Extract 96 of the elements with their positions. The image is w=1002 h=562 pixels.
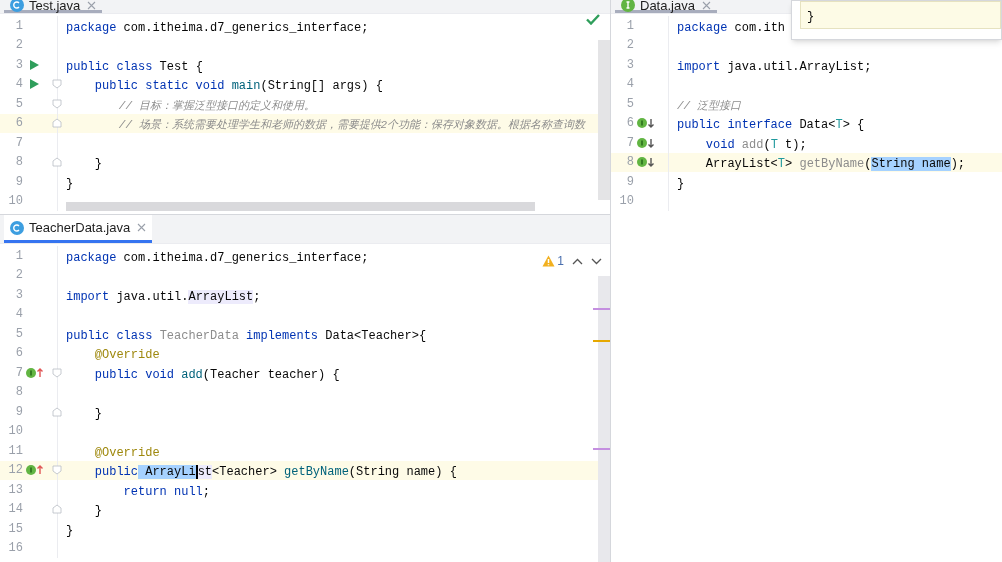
code-line: public class Test { (66, 58, 203, 76)
line-number: 7 (14, 364, 23, 382)
fold-marker-icon[interactable] (52, 79, 62, 90)
line-number: 12 (7, 462, 23, 480)
code-line: void add(T t); (704, 136, 807, 154)
code-line: public class TeacherData implements Data<Teacher>{ (66, 327, 427, 345)
implemented-method-icon[interactable] (635, 135, 655, 150)
error-stripe-mark[interactable] (593, 308, 610, 310)
code-line: public void add(Teacher teacher) { (93, 366, 340, 384)
implemented-method-icon[interactable] (635, 116, 655, 131)
error-stripe-mark[interactable] (593, 340, 610, 342)
line-number: 16 (7, 540, 23, 558)
line-number: 4 (14, 76, 23, 94)
line-number: 10 (7, 193, 23, 211)
implemented-method-icon[interactable] (635, 155, 655, 170)
error-stripe-mark[interactable] (593, 448, 610, 450)
line-number: 5 (14, 95, 23, 113)
line-number: 2 (14, 267, 23, 285)
line-number: 6 (625, 115, 634, 133)
code-line: } (66, 522, 74, 540)
line-number: 2 (625, 37, 634, 55)
code-line: public interface Data<T> { (677, 117, 865, 134)
close-icon[interactable] (137, 223, 147, 232)
line-number: 11 (7, 442, 23, 460)
line-number: 6 (14, 345, 23, 363)
line-number: 10 (7, 423, 23, 441)
line-number: 4 (14, 306, 23, 324)
file-tab[interactable]: Test.java (4, 0, 103, 13)
code-line: return null; (122, 483, 211, 501)
line-number: 7 (14, 134, 23, 152)
close-icon[interactable] (701, 0, 711, 10)
line-number: 5 (625, 95, 634, 113)
code-line: import java.util.ArrayList; (66, 288, 261, 306)
close-icon[interactable] (87, 0, 97, 10)
fold-marker-icon[interactable] (52, 157, 62, 168)
code-line: ArrayList<T> getByName(String name); (704, 156, 966, 173)
class-icon (10, 0, 24, 12)
code-line: package com.itheima.d7_generics_interface; (66, 19, 369, 37)
fold-marker-icon[interactable] (52, 367, 62, 378)
line-number: 3 (625, 56, 634, 74)
fold-marker-icon[interactable] (52, 465, 62, 476)
fold-marker-icon[interactable] (52, 118, 62, 129)
line-number: 3 (14, 286, 23, 304)
scrollbar-thumb[interactable] (66, 202, 535, 211)
code-line: // 场景：系统需要处理学生和老师的数据，需要提供2个功能：保存对象数据。根据名称查询数 (117, 117, 586, 133)
code-line: // 泛型接口 (677, 98, 741, 114)
scrollbar-track[interactable] (598, 276, 610, 562)
code-line: } (93, 503, 102, 520)
code-line: import java.util.ArrayList; (677, 58, 872, 76)
class-icon (10, 220, 24, 235)
code-line: package com.ith (677, 19, 786, 37)
line-number: 1 (14, 17, 23, 35)
line-number: 10 (618, 193, 634, 211)
code-line: public static void main(String[] args) { (93, 78, 383, 95)
code-line: @Override (93, 347, 160, 364)
warning-count: 1 (557, 253, 564, 270)
code-line: @Override (93, 444, 160, 462)
overriding-method-icon[interactable] (24, 463, 44, 478)
line-number: 7 (625, 134, 634, 152)
line-number: 1 (625, 17, 634, 35)
run-icon[interactable] (28, 78, 40, 91)
line-number: 6 (14, 115, 23, 133)
line-number: 13 (7, 481, 23, 499)
code-line: // 目标：掌握泛型接口的定义和使用。 (117, 98, 315, 114)
line-number: 14 (7, 501, 23, 519)
line-number: 2 (14, 37, 23, 55)
line-number: 9 (14, 403, 23, 421)
line-number: 1 (14, 247, 23, 265)
code-line: } (677, 175, 685, 193)
fold-marker-icon[interactable] (52, 504, 62, 515)
code-line: package com.itheima.d7_generics_interface; (66, 249, 369, 267)
chevron-up-icon[interactable] (572, 257, 583, 265)
line-number: 9 (14, 173, 23, 191)
warning-icon[interactable] (542, 255, 556, 267)
run-icon[interactable] (28, 58, 40, 71)
line-number: 9 (625, 173, 634, 191)
fold-marker-icon[interactable] (52, 406, 62, 417)
line-number: 8 (14, 384, 23, 402)
interface-icon (621, 0, 635, 12)
scrollbar-thumb[interactable] (598, 40, 610, 200)
popup-code: } (807, 9, 815, 26)
code-line: } (66, 175, 74, 193)
code-line: } (93, 156, 102, 173)
line-number: 8 (625, 154, 634, 172)
code-line: } (93, 405, 102, 423)
line-number: 4 (625, 76, 634, 94)
fold-marker-icon[interactable] (52, 98, 62, 109)
file-tab[interactable]: TeacherData.java (4, 215, 153, 243)
check-icon (586, 14, 600, 25)
line-number: 3 (14, 56, 23, 74)
overriding-method-icon[interactable] (24, 365, 44, 380)
line-number: 8 (14, 154, 23, 172)
chevron-down-icon[interactable] (591, 257, 602, 265)
code-line: public ArrayLi st<Teacher> getByName(String name) { (93, 464, 457, 481)
line-number: 5 (14, 325, 23, 343)
line-number: 15 (7, 520, 23, 538)
